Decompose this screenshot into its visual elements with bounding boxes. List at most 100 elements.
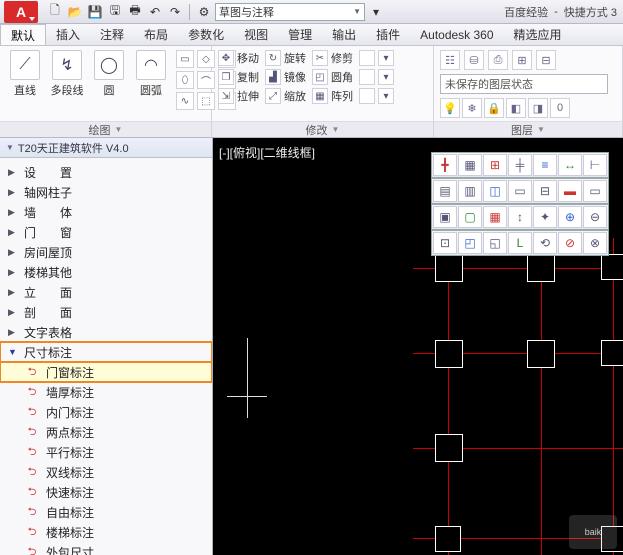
tree-subitem[interactable]: ▶⮌外包尺寸: [0, 542, 212, 555]
print-icon[interactable]: 🖶: [126, 3, 144, 21]
modify-阵列[interactable]: ▦阵列: [312, 88, 353, 104]
tb-btn[interactable]: ▭: [508, 180, 532, 202]
tb-btn[interactable]: ▦: [458, 154, 482, 176]
tree-item[interactable]: ▶房间屋顶: [0, 242, 212, 262]
new-icon[interactable]: 🗋: [46, 3, 64, 21]
tb-btn[interactable]: ◱: [483, 232, 507, 254]
tb-btn[interactable]: ↕: [508, 206, 532, 228]
floating-toolbar-2[interactable]: ▤ ▥ ◫ ▭ ⊟ ▬ ▭: [431, 178, 609, 204]
mini-tool[interactable]: ▭: [176, 50, 194, 68]
tab-layout[interactable]: 布局: [134, 24, 178, 45]
tab-annotate[interactable]: 注释: [90, 24, 134, 45]
tab-output[interactable]: 输出: [322, 24, 366, 45]
layer-state-dropdown[interactable]: 未保存的图层状态: [440, 74, 608, 94]
save-icon[interactable]: 💾: [86, 3, 104, 21]
tab-view[interactable]: 视图: [234, 24, 278, 45]
tree-subitem[interactable]: ▶⮌双线标注: [0, 462, 212, 482]
tb-btn[interactable]: ✦: [533, 206, 557, 228]
tab-insert[interactable]: 插入: [46, 24, 90, 45]
tb-btn[interactable]: ◫: [483, 180, 507, 202]
layer-tool[interactable]: ◧: [506, 98, 526, 118]
chevron-down-icon[interactable]: ▼: [332, 125, 340, 134]
modify-拉伸[interactable]: ⇲拉伸: [218, 88, 259, 104]
tree-subitem[interactable]: ▶⮌平行标注: [0, 442, 212, 462]
tb-btn[interactable]: L: [508, 232, 532, 254]
tb-btn[interactable]: ▣: [433, 206, 457, 228]
modify-复制[interactable]: ❐复制: [218, 69, 259, 85]
tree-item[interactable]: ▼尺寸标注: [0, 342, 212, 362]
workspace-dropdown[interactable]: 草图与注释 ▼: [215, 3, 365, 21]
saveas-icon[interactable]: 🖫: [106, 3, 124, 21]
tb-btn[interactable]: ▬: [558, 180, 582, 202]
modify-移动[interactable]: ✥移动: [218, 50, 259, 66]
modify-extra[interactable]: ▾: [359, 88, 394, 104]
tree-item[interactable]: ▶剖 面: [0, 302, 212, 322]
tree-item[interactable]: ▶设 置: [0, 162, 212, 182]
tab-parametric[interactable]: 参数化: [178, 24, 234, 45]
tb-btn[interactable]: ⊢: [583, 154, 607, 176]
draw-tool-直线[interactable]: ⟋直线: [6, 50, 44, 98]
tb-btn[interactable]: ⊞: [483, 154, 507, 176]
mini-tool[interactable]: ⬯: [176, 71, 194, 89]
tab-featured[interactable]: 精选应用: [504, 24, 572, 45]
draw-tool-圆[interactable]: ◯圆: [90, 50, 128, 98]
floating-toolbar-3[interactable]: ▣ ▢ ▦ ↕ ✦ ⊕ ⊖: [431, 204, 609, 230]
tree-item[interactable]: ▶楼梯其他: [0, 262, 212, 282]
layer-off-icon[interactable]: ⊟: [536, 50, 556, 70]
draw-tool-圆弧[interactable]: ◠圆弧: [132, 50, 170, 98]
modify-镜像[interactable]: ▟镜像: [265, 69, 306, 85]
tree-subitem[interactable]: ▶⮌墙厚标注: [0, 382, 212, 402]
tb-btn[interactable]: ▭: [583, 180, 607, 202]
modify-圆角[interactable]: ◰圆角: [312, 69, 353, 85]
layer-tool[interactable]: ❄: [462, 98, 482, 118]
modify-缩放[interactable]: ⤢缩放: [265, 88, 306, 104]
tb-btn[interactable]: ⊕: [558, 206, 582, 228]
tb-btn[interactable]: ⊖: [583, 206, 607, 228]
tree-item[interactable]: ▶文字表格: [0, 322, 212, 342]
tb-btn[interactable]: ↔: [558, 154, 582, 176]
tab-autodesk360[interactable]: Autodesk 360: [410, 24, 503, 45]
layer-match-icon[interactable]: ⎙: [488, 50, 508, 70]
mini-tool[interactable]: ∿: [176, 92, 194, 110]
qat-more-icon[interactable]: ▾: [367, 3, 385, 21]
tree-subitem[interactable]: ▶⮌两点标注: [0, 422, 212, 442]
tree-subitem[interactable]: ▶⮌内门标注: [0, 402, 212, 422]
tree-item[interactable]: ▶门 窗: [0, 222, 212, 242]
layer-states-icon[interactable]: ⛁: [464, 50, 484, 70]
modify-extra[interactable]: ▾: [359, 69, 394, 85]
modify-extra[interactable]: ▾: [359, 50, 394, 66]
tb-btn[interactable]: ▥: [458, 180, 482, 202]
tab-default[interactable]: 默认: [0, 24, 46, 45]
tb-btn[interactable]: ≡: [533, 154, 557, 176]
draw-tool-多段线[interactable]: ↯多段线: [48, 50, 86, 98]
layer-properties-icon[interactable]: ☷: [440, 50, 460, 70]
tb-btn[interactable]: ⊟: [533, 180, 557, 202]
tree-item[interactable]: ▶墙 体: [0, 202, 212, 222]
drawing-canvas[interactable]: [-][俯视][二维线框] baik ╋ ▦ ⊞ ╪ ≡ ↔: [213, 138, 623, 555]
floating-toolbar-1[interactable]: ╋ ▦ ⊞ ╪ ≡ ↔ ⊢: [431, 152, 609, 178]
open-icon[interactable]: 📂: [66, 3, 84, 21]
tb-btn[interactable]: ⊡: [433, 232, 457, 254]
tb-btn[interactable]: ╋: [433, 154, 457, 176]
tb-btn[interactable]: ◰: [458, 232, 482, 254]
tree-subitem[interactable]: ▶⮌门窗标注: [0, 362, 212, 382]
tb-btn[interactable]: ╪: [508, 154, 532, 176]
tab-manage[interactable]: 管理: [278, 24, 322, 45]
workspace-icon[interactable]: ⚙: [195, 3, 213, 21]
tb-btn[interactable]: ▦: [483, 206, 507, 228]
tree-subitem[interactable]: ▶⮌自由标注: [0, 502, 212, 522]
floating-toolbar-4[interactable]: ⊡ ◰ ◱ L ⟲ ⊘ ⊗: [431, 230, 609, 256]
layer-tool[interactable]: 🔒: [484, 98, 504, 118]
tree-subitem[interactable]: ▶⮌楼梯标注: [0, 522, 212, 542]
app-logo[interactable]: A: [4, 1, 38, 23]
tab-plugin[interactable]: 插件: [366, 24, 410, 45]
layer-tool[interactable]: ◨: [528, 98, 548, 118]
modify-修剪[interactable]: ✂修剪: [312, 50, 353, 66]
sidebar-title-bar[interactable]: ▼ T20天正建筑软件 V4.0: [0, 138, 212, 158]
layer-iso-icon[interactable]: ⊞: [512, 50, 532, 70]
tb-btn[interactable]: ⊘: [558, 232, 582, 254]
tree-subitem[interactable]: ▶⮌快速标注: [0, 482, 212, 502]
layer-tool[interactable]: 0: [550, 98, 570, 118]
tb-btn[interactable]: ▢: [458, 206, 482, 228]
modify-旋转[interactable]: ↻旋转: [265, 50, 306, 66]
